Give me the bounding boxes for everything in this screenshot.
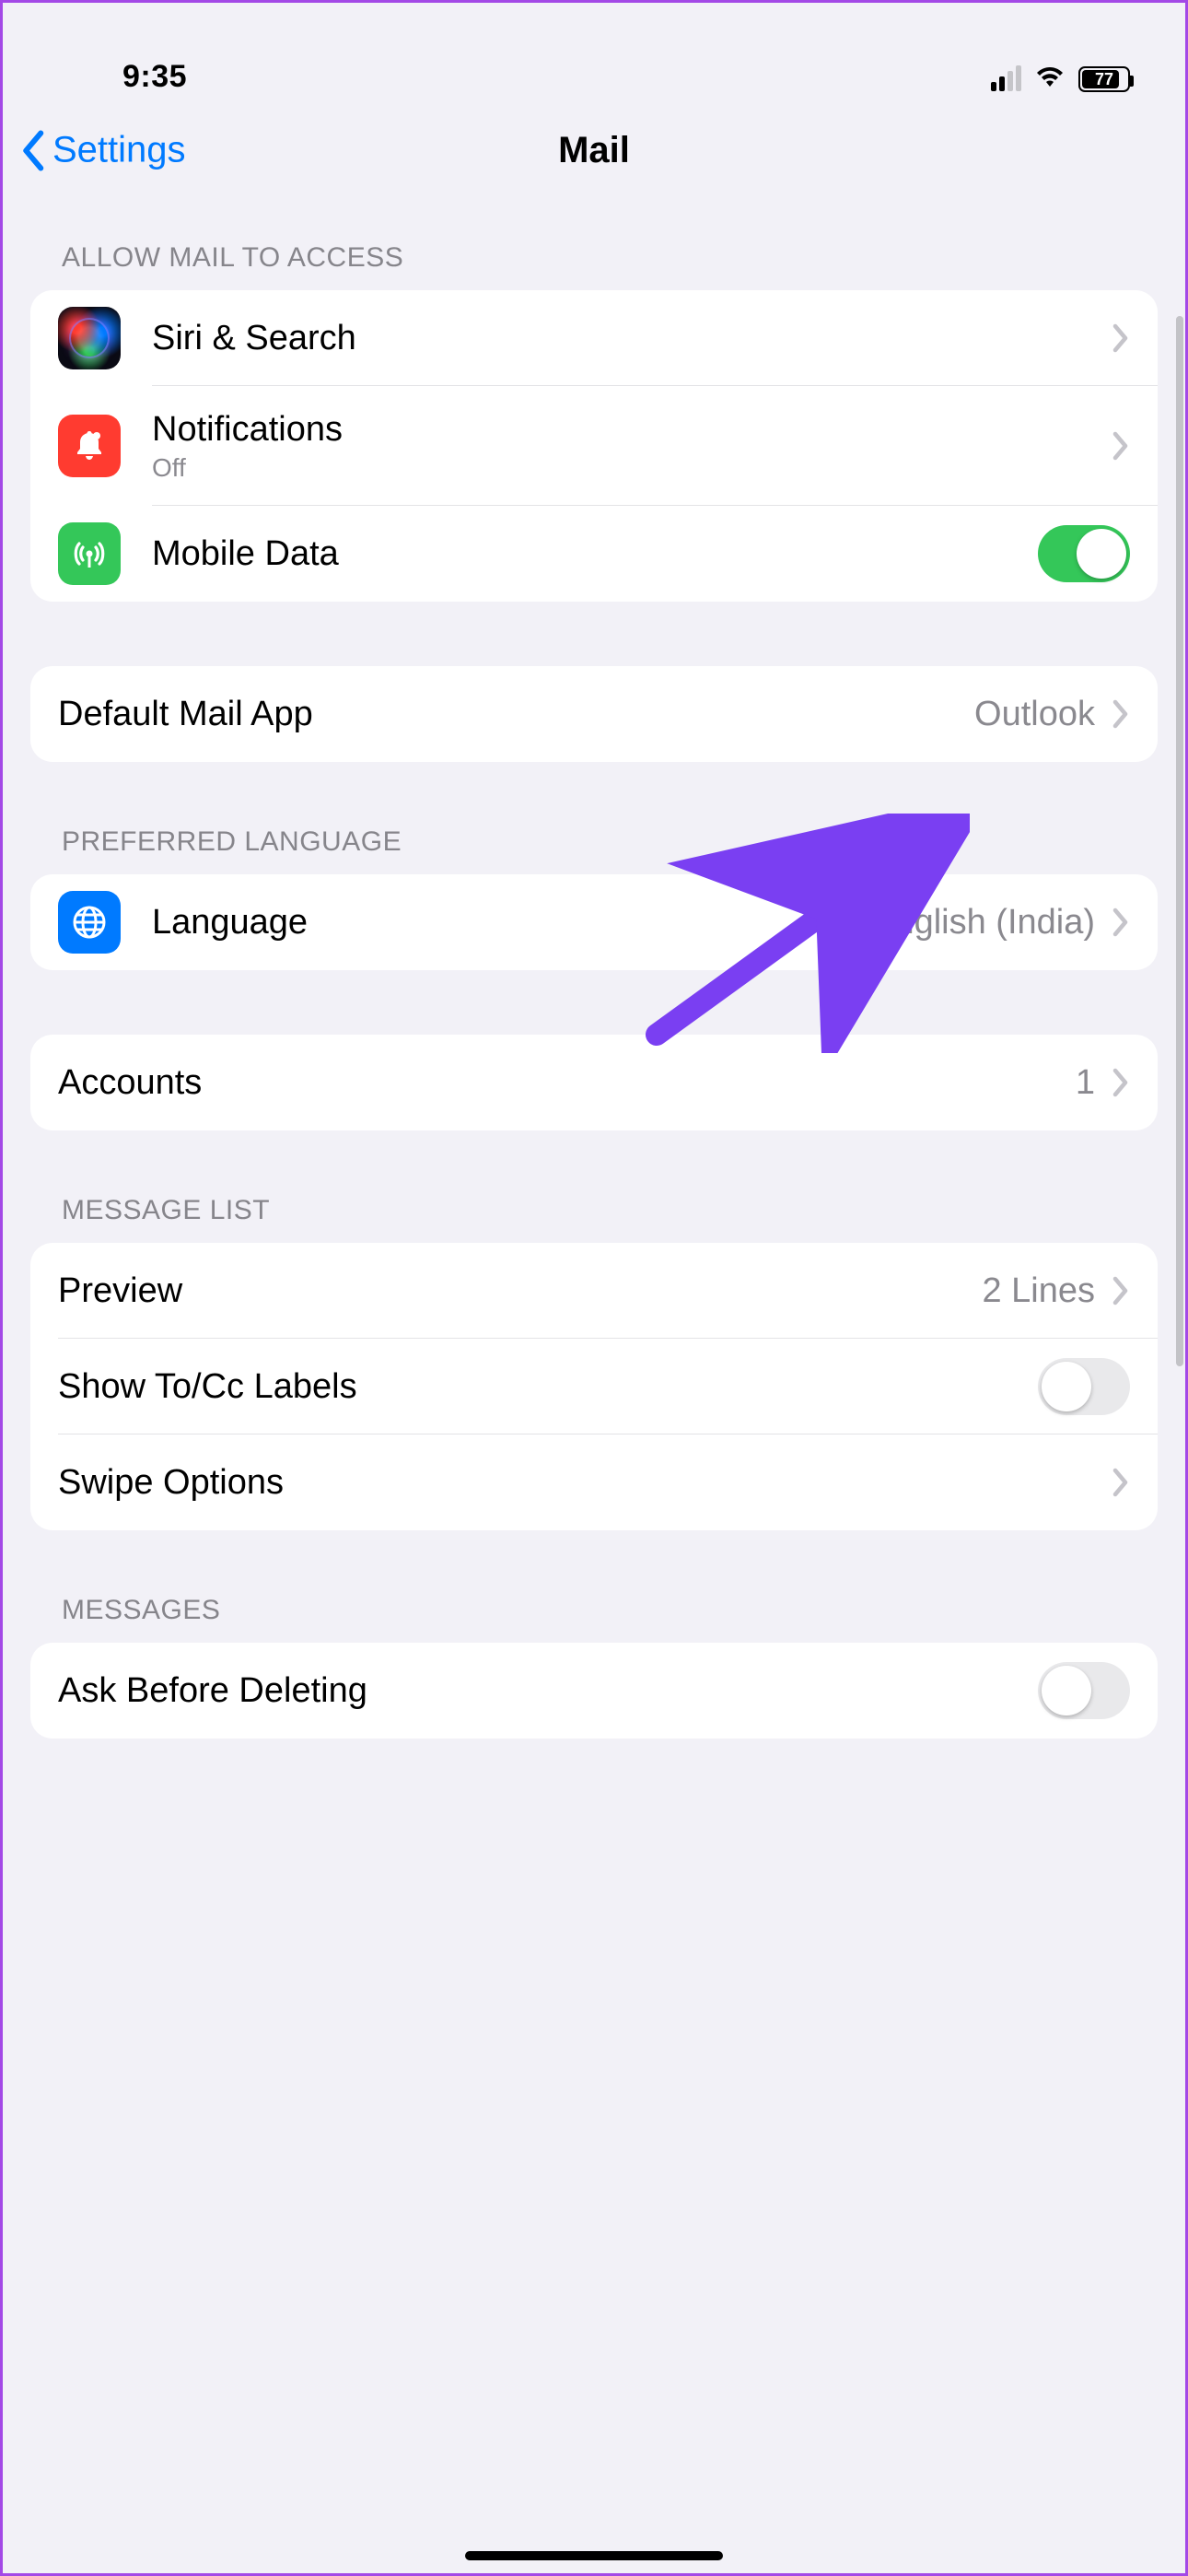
- mobile-data-toggle[interactable]: [1038, 525, 1130, 582]
- row-value: English (India): [871, 903, 1095, 943]
- page-title: Mail: [558, 130, 630, 171]
- row-swipe-options[interactable]: Swipe Options: [30, 1434, 1158, 1530]
- battery-percent: 77: [1095, 70, 1113, 89]
- row-sublabel: Off: [152, 453, 1112, 483]
- section-header-access: ALLOW MAIL TO ACCESS: [30, 196, 1158, 290]
- row-value: Outlook: [974, 695, 1095, 734]
- group-messages: Ask Before Deleting: [30, 1643, 1158, 1739]
- chevron-right-icon: [1112, 322, 1130, 354]
- row-label: Show To/Cc Labels: [58, 1367, 1038, 1407]
- row-label: Language: [152, 903, 871, 943]
- group-message-list: Preview 2 Lines Show To/Cc Labels Swipe …: [30, 1243, 1158, 1530]
- row-mobile-data: Mobile Data: [30, 506, 1158, 602]
- chevron-left-icon: [21, 130, 47, 170]
- row-value: 2 Lines: [982, 1271, 1095, 1311]
- status-time: 9:35: [58, 59, 187, 95]
- nav-bar: Settings Mail: [3, 104, 1185, 196]
- row-notifications[interactable]: Notifications Off: [30, 386, 1158, 506]
- battery-icon: 77: [1078, 66, 1130, 92]
- cellular-icon: [991, 67, 1021, 91]
- status-right: 77: [991, 64, 1130, 95]
- bell-icon: [58, 415, 121, 477]
- globe-icon: [58, 891, 121, 954]
- row-ask-before-deleting: Ask Before Deleting: [30, 1643, 1158, 1739]
- chevron-right-icon: [1112, 430, 1130, 462]
- row-label: Siri & Search: [152, 319, 1112, 358]
- chevron-right-icon: [1112, 1467, 1130, 1498]
- row-label: Notifications: [152, 410, 1112, 450]
- show-tocc-toggle[interactable]: [1038, 1358, 1130, 1415]
- chevron-right-icon: [1112, 907, 1130, 938]
- chevron-right-icon: [1112, 698, 1130, 730]
- scroll-indicator[interactable]: [1176, 316, 1183, 1366]
- chevron-right-icon: [1112, 1275, 1130, 1306]
- group-default-app: Default Mail App Outlook: [30, 666, 1158, 762]
- back-label: Settings: [52, 130, 186, 171]
- section-header-language: PREFERRED LANGUAGE: [30, 762, 1158, 874]
- section-header-message-list: MESSAGE LIST: [30, 1130, 1158, 1243]
- wifi-icon: [1034, 64, 1066, 95]
- row-preview[interactable]: Preview 2 Lines: [30, 1243, 1158, 1339]
- back-button[interactable]: Settings: [21, 130, 186, 171]
- row-accounts[interactable]: Accounts 1: [30, 1035, 1158, 1130]
- row-siri-search[interactable]: Siri & Search: [30, 290, 1158, 386]
- row-show-tocc: Show To/Cc Labels: [30, 1339, 1158, 1434]
- row-language[interactable]: Language English (India): [30, 874, 1158, 970]
- row-label: Mobile Data: [152, 534, 1038, 574]
- row-value: 1: [1076, 1063, 1095, 1103]
- row-label: Ask Before Deleting: [58, 1671, 1038, 1711]
- row-label: Swipe Options: [58, 1463, 1112, 1503]
- siri-icon: [58, 307, 121, 369]
- ask-before-deleting-toggle[interactable]: [1038, 1662, 1130, 1719]
- status-bar: 9:35 77: [3, 3, 1185, 104]
- row-label: Accounts: [58, 1063, 1076, 1103]
- row-label: Default Mail App: [58, 695, 974, 734]
- antenna-icon: [58, 522, 121, 585]
- section-header-messages: MESSAGES: [30, 1530, 1158, 1643]
- row-default-mail-app[interactable]: Default Mail App Outlook: [30, 666, 1158, 762]
- row-label: Preview: [58, 1271, 982, 1311]
- group-language: Language English (India): [30, 874, 1158, 970]
- home-indicator[interactable]: [465, 2551, 723, 2560]
- chevron-right-icon: [1112, 1067, 1130, 1098]
- group-access: Siri & Search Notifications Off Mobi: [30, 290, 1158, 602]
- group-accounts: Accounts 1: [30, 1035, 1158, 1130]
